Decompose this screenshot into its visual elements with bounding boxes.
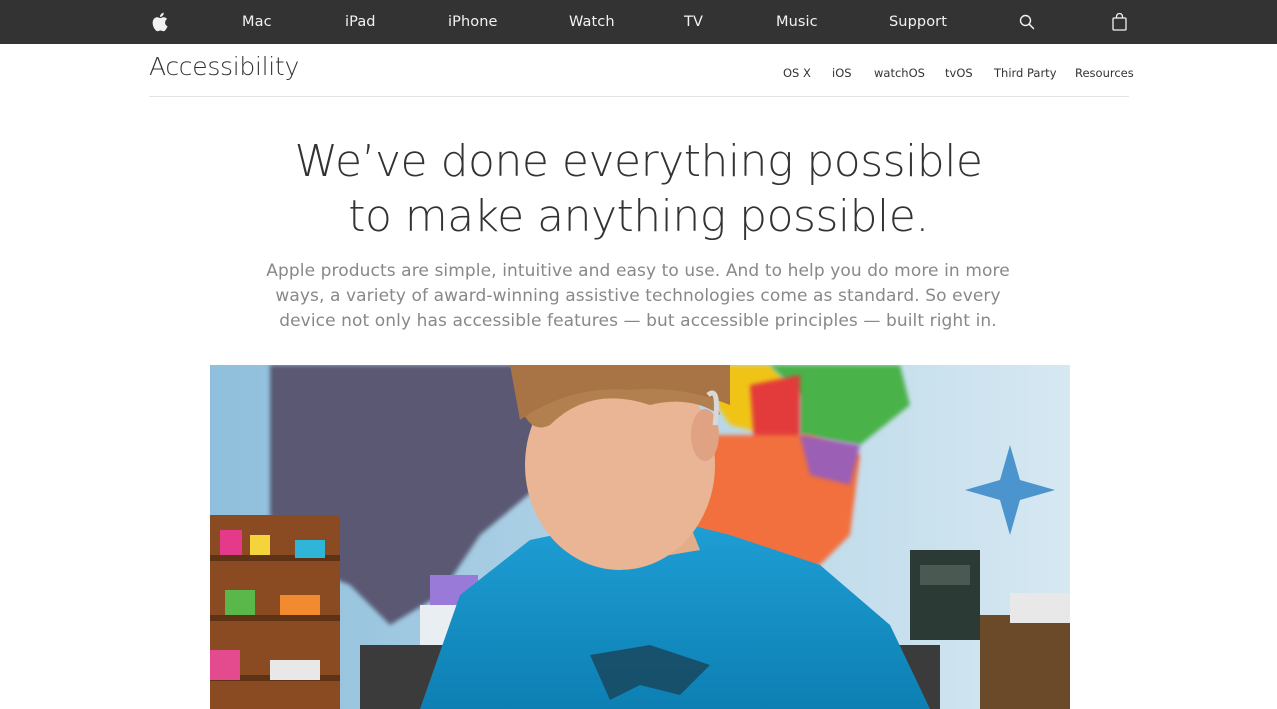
hero-headline-line-1: We’ve done everything possible [294, 136, 983, 187]
nav-item-ipad[interactable]: iPad [345, 0, 376, 44]
search-icon[interactable] [1017, 0, 1037, 44]
localnav-link-tvos[interactable]: tvOS [945, 66, 973, 80]
nav-item-tv[interactable]: TV [684, 0, 703, 44]
hero-intro-line-1: Apple products are simple, intuitive and… [266, 261, 1010, 281]
nav-item-support[interactable]: Support [889, 0, 947, 44]
localnav-link-resources[interactable]: Resources [1075, 66, 1134, 80]
nav-item-mac[interactable]: Mac [242, 0, 272, 44]
hero-headline-line-2: to make anything possible. [348, 191, 929, 242]
localnav-link-osx[interactable]: OS X [783, 66, 811, 80]
hero-photo [210, 365, 1070, 709]
hero-photo-illustration [210, 365, 1070, 709]
global-nav: Mac iPad iPhone Watch TV Music Support [0, 0, 1277, 44]
hero-intro-line-2: ways, a variety of award-winning assisti… [275, 286, 1001, 306]
hero-intro: Apple products are simple, intuitive and… [238, 259, 1038, 334]
bag-icon[interactable] [1110, 0, 1128, 44]
nav-item-watch[interactable]: Watch [569, 0, 615, 44]
localnav-link-watchos[interactable]: watchOS [874, 66, 925, 80]
nav-item-iphone[interactable]: iPhone [448, 0, 498, 44]
nav-item-music[interactable]: Music [776, 0, 818, 44]
localnav-title[interactable]: Accessibility [149, 52, 299, 81]
hero-headline: We’ve done everything possible to make a… [0, 134, 1277, 244]
localnav-link-ios[interactable]: iOS [832, 66, 852, 80]
apple-logo-icon[interactable] [148, 0, 170, 44]
local-nav: Accessibility OS X iOS watchOS tvOS Thir… [149, 44, 1134, 97]
localnav-link-third-party[interactable]: Third Party [994, 66, 1057, 80]
hero-intro-line-3: device not only has accessible features … [279, 311, 997, 331]
